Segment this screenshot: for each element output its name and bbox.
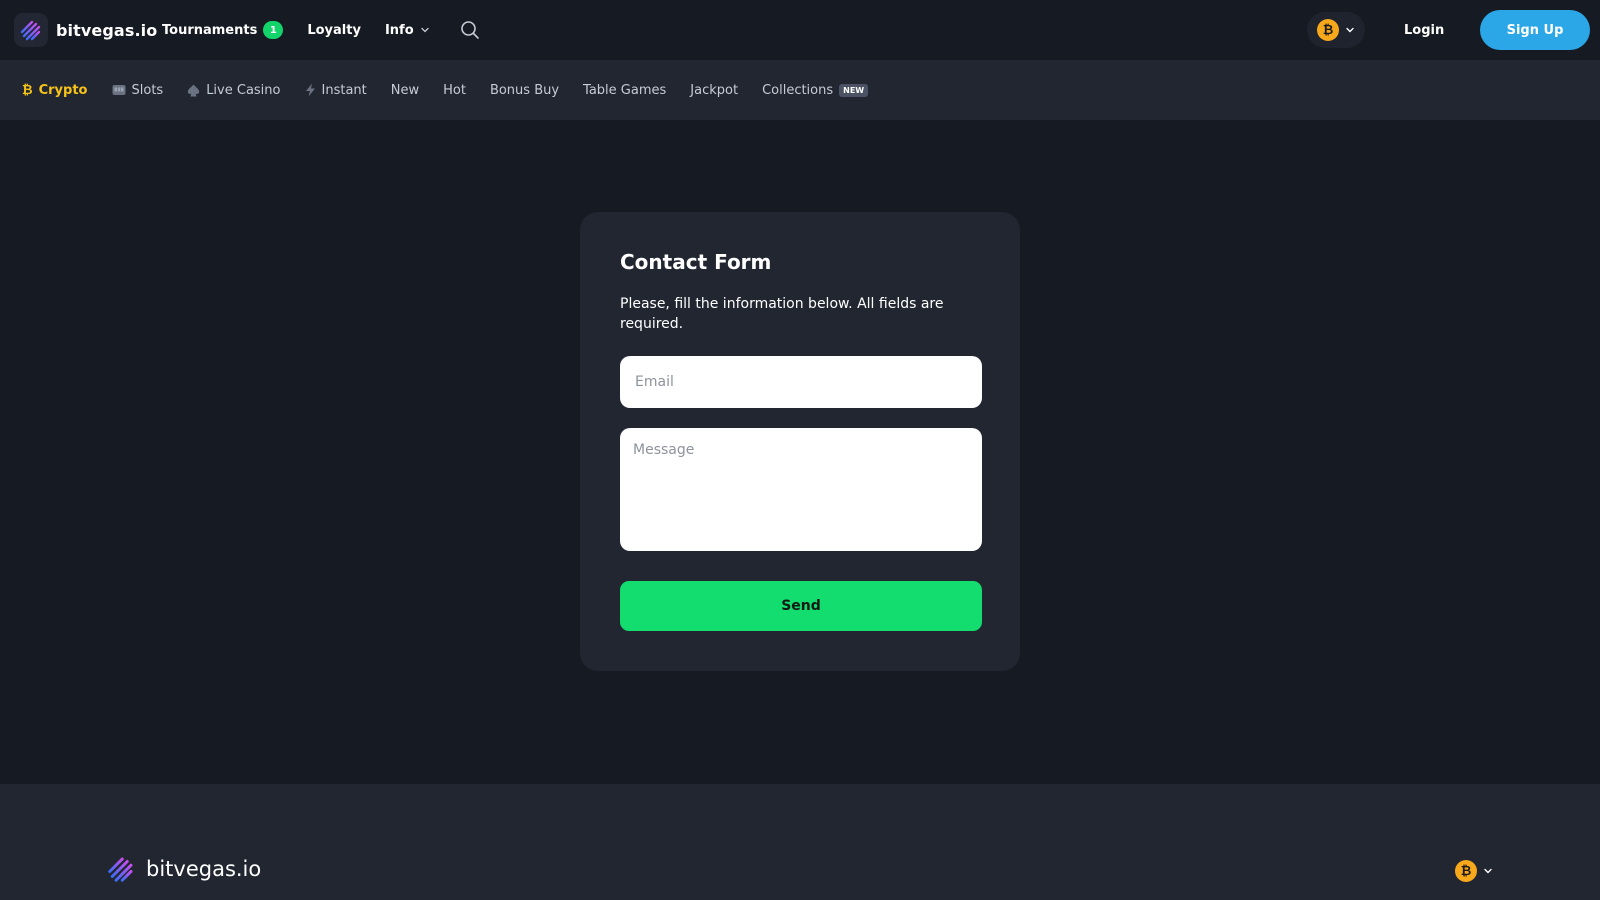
category-crypto[interactable]: ₿ Crypto: [22, 82, 88, 99]
chevron-down-icon: [1484, 868, 1492, 874]
contact-form-card: Contact Form Please, fill the informatio…: [580, 212, 1020, 671]
brand-logo[interactable]: bitvegas.io: [14, 13, 157, 47]
category-live-casino-label: Live Casino: [206, 82, 281, 98]
striped-spade-logo-icon: [14, 13, 48, 47]
send-button[interactable]: Send: [620, 581, 982, 631]
category-crypto-label: Crypto: [38, 82, 88, 98]
chevron-down-icon: [1346, 27, 1354, 33]
main-nav: Tournaments 1 Loyalty Info: [162, 0, 480, 60]
email-input[interactable]: [620, 356, 982, 408]
nav-tournaments[interactable]: Tournaments 1: [162, 21, 284, 39]
tournaments-count-badge: 1: [263, 21, 284, 39]
nav-loyalty[interactable]: Loyalty: [307, 23, 361, 38]
brand-name: bitvegas.io: [56, 20, 158, 40]
footer-brand-name: bitvegas.io: [146, 857, 262, 881]
category-bar: ₿ Crypto Slots Live Casino Instant New H…: [0, 60, 1600, 120]
striped-spade-logo-icon: [108, 857, 133, 882]
contact-form-description: Please, fill the information below. All …: [620, 296, 944, 332]
nav-tournaments-label: Tournaments: [162, 22, 258, 38]
category-bonus-buy[interactable]: Bonus Buy: [490, 83, 559, 98]
category-slots-label: Slots: [131, 82, 164, 98]
category-new[interactable]: New: [391, 83, 419, 98]
category-jackpot[interactable]: Jackpot: [690, 83, 738, 98]
category-live-casino[interactable]: Live Casino: [187, 82, 281, 98]
category-instant[interactable]: Instant: [305, 83, 367, 98]
new-badge: NEW: [839, 83, 869, 97]
category-hot[interactable]: Hot: [443, 83, 466, 98]
lightning-icon: [305, 83, 315, 97]
slot-machine-icon: [112, 85, 125, 95]
bitcoin-icon: ₿: [1455, 860, 1477, 882]
spade-icon: [187, 84, 200, 96]
bitcoin-icon: ₿: [1317, 19, 1339, 41]
category-slots[interactable]: Slots: [112, 82, 164, 98]
category-collections[interactable]: Collections NEW: [762, 82, 869, 98]
nav-info-dropdown[interactable]: Info: [385, 23, 430, 38]
nav-info-label: Info: [384, 22, 414, 38]
contact-form-title: Contact Form: [620, 250, 772, 274]
search-icon[interactable]: [460, 20, 480, 40]
top-header: bitvegas.io Tournaments 1 Loyalty Info ₿…: [0, 0, 1600, 60]
category-table-games[interactable]: Table Games: [583, 83, 666, 98]
footer-brand-logo[interactable]: bitvegas.io: [106, 854, 261, 884]
bitcoin-icon: ₿: [22, 83, 33, 98]
footer: bitvegas.io ₿: [0, 784, 1600, 900]
message-textarea[interactable]: [620, 428, 982, 551]
category-collections-label: Collections: [762, 82, 834, 98]
signup-button[interactable]: Sign Up: [1480, 10, 1590, 50]
category-instant-label: Instant: [321, 82, 367, 98]
chevron-down-icon: [420, 27, 429, 33]
login-button[interactable]: Login: [1392, 16, 1456, 44]
currency-selector[interactable]: ₿: [1307, 12, 1365, 48]
footer-currency-selector[interactable]: ₿: [1455, 860, 1493, 882]
